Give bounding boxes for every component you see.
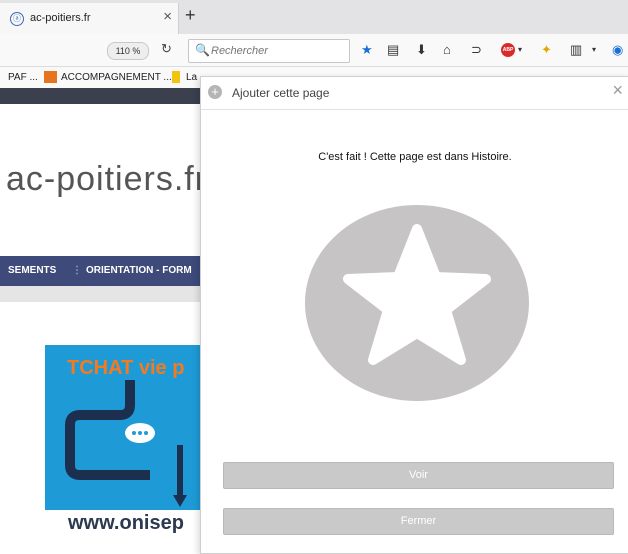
sync-icon[interactable]: ◉ xyxy=(612,42,623,58)
site-navigation: SEMENTS ⋮ ORIENTATION - FORM xyxy=(0,256,200,286)
confirmation-message: C'est fait ! Cette page est dans Histoir… xyxy=(318,151,512,163)
reload-icon[interactable]: ↻ xyxy=(161,41,172,57)
panel-header: + Ajouter cette page × xyxy=(201,77,628,110)
nav-separator: ⋮ xyxy=(72,265,82,276)
star-illustration xyxy=(305,205,529,401)
nav-underline xyxy=(0,286,200,302)
search-box[interactable]: 🔍 xyxy=(188,39,350,63)
tab-bar: ⓐ ac-poitiers.fr × + xyxy=(0,0,628,34)
site-favicon-icon: ⓐ xyxy=(10,12,24,26)
download-icon[interactable]: ⬇ xyxy=(416,42,427,58)
bookmark-star-icon[interactable]: ★ xyxy=(361,42,373,58)
search-icon: 🔍 xyxy=(195,43,210,57)
banner-graphic xyxy=(65,380,187,507)
extension-icon[interactable]: ✦ xyxy=(541,42,552,58)
bookmark-item-accompagnement[interactable]: ACCOMPAGNEMENT ... xyxy=(61,72,172,83)
zoom-indicator[interactable]: 110 % xyxy=(107,42,149,60)
bookmark-item-paf[interactable]: PAF ... xyxy=(8,72,38,83)
bookmark-item-la[interactable]: La xyxy=(186,72,197,83)
view-button[interactable]: Voir xyxy=(223,462,614,489)
panel-title: Ajouter cette page xyxy=(232,86,330,100)
add-page-panel: + Ajouter cette page × C'est fait ! Cett… xyxy=(200,76,628,554)
home-icon[interactable]: ⌂ xyxy=(443,42,451,57)
menu-dropdown-icon[interactable]: ▾ xyxy=(592,45,596,54)
nav-item[interactable]: SEMENTS xyxy=(8,265,56,276)
bookmark-folder-icon xyxy=(172,71,180,83)
site-title: ac-poitiers.fr xyxy=(6,160,208,198)
close-icon[interactable]: × xyxy=(612,80,623,101)
page-top-strip xyxy=(0,88,200,104)
tab-title: ac-poitiers.fr xyxy=(30,12,91,24)
new-tab-button[interactable]: + xyxy=(185,5,196,26)
navigation-toolbar: 110 % ↻ 🔍 ★ ▤ ⬇ ⌂ ⊃ ABP ▾ ✦ ▥ ▾ ◉ xyxy=(0,34,628,67)
browser-tab[interactable]: ⓐ ac-poitiers.fr × xyxy=(0,3,179,34)
onisep-url[interactable]: www.onisep xyxy=(68,512,184,535)
adblock-dropdown-icon[interactable]: ▾ xyxy=(518,45,522,54)
nav-item[interactable]: ORIENTATION - FORM xyxy=(86,265,192,276)
star-icon xyxy=(305,205,529,401)
close-button[interactable]: Fermer xyxy=(223,508,614,535)
rss-icon[interactable]: ⊃ xyxy=(471,42,482,58)
plus-icon: + xyxy=(208,85,222,99)
clipboard-icon[interactable]: ▥ xyxy=(570,42,582,58)
library-icon[interactable]: ▤ xyxy=(387,42,399,58)
bookmark-folder-icon xyxy=(44,71,57,83)
search-input[interactable] xyxy=(209,42,345,60)
tab-close-icon[interactable]: × xyxy=(163,8,172,25)
adblock-plus-icon[interactable]: ABP xyxy=(501,43,515,57)
tchat-banner[interactable]: TCHAT vie p xyxy=(45,345,200,510)
